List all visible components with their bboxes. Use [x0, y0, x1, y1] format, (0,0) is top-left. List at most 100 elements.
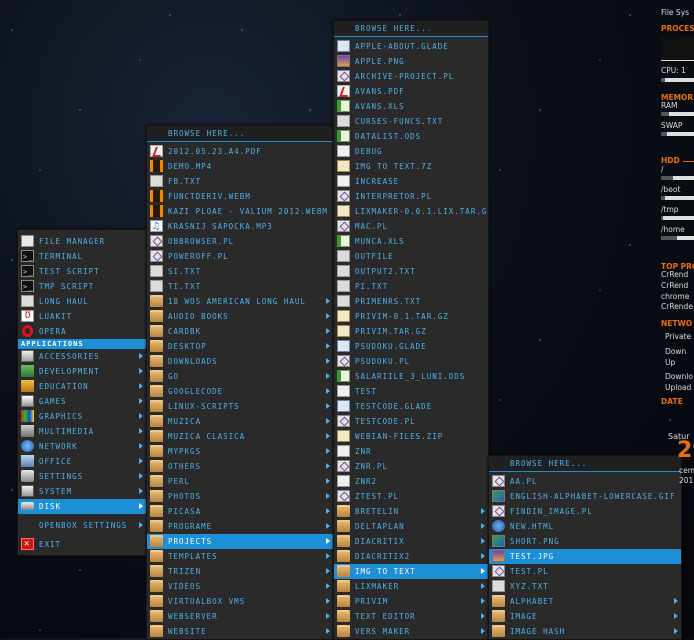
file-salariile-3-luni-ods[interactable]: salariile_3_luni.ods	[334, 369, 488, 384]
browse-here-item[interactable]: Browse here...	[147, 126, 333, 142]
category-education[interactable]: Education	[18, 379, 146, 394]
file-znr2[interactable]: znr2	[334, 474, 488, 489]
launcher-test-script[interactable]: Test Script	[18, 264, 146, 279]
folder-programe[interactable]: Programe	[147, 519, 333, 534]
file-psudoku-pl[interactable]: psudoku.pl	[334, 354, 488, 369]
file-outfile[interactable]: outfile	[334, 249, 488, 264]
file-apple-about-glade[interactable]: apple-about.glade	[334, 39, 488, 54]
file-lixmaker-0-0-1-lix-tar-gz[interactable]: lixmaker-0.0.1.lix.tar.gz	[334, 204, 488, 219]
file-debug[interactable]: debug	[334, 144, 488, 159]
folder-image-hash[interactable]: Image Hash	[489, 624, 681, 639]
file-avans-xls[interactable]: avans.xls	[334, 99, 488, 114]
file-archive-project-pl[interactable]: archive-project.pl	[334, 69, 488, 84]
file-apple-png[interactable]: apple.png	[334, 54, 488, 69]
category-development[interactable]: Development	[18, 364, 146, 379]
folder-privim[interactable]: privim	[334, 594, 488, 609]
action-exit[interactable]: Exit	[18, 537, 146, 552]
folder-website[interactable]: Website	[147, 624, 333, 639]
launcher-file-manager[interactable]: File manager	[18, 234, 146, 249]
file-fb-txt[interactable]: fb.txt	[147, 174, 333, 189]
folder-muzica[interactable]: Muzica	[147, 414, 333, 429]
folder-googlecode[interactable]: googlecode	[147, 384, 333, 399]
file-primenrs-txt[interactable]: primenrs.txt	[334, 294, 488, 309]
browse-here-item[interactable]: Browse here...	[334, 21, 488, 37]
folder-vers-maker[interactable]: Vers Maker	[334, 624, 488, 639]
file-krasnij-sapocka-mp3[interactable]: Krasnij Sapocka.mp3	[147, 219, 333, 234]
file-increase[interactable]: increase	[334, 174, 488, 189]
launcher-long-haul[interactable]: Long Haul	[18, 294, 146, 309]
folder-image[interactable]: Image	[489, 609, 681, 624]
openbox-settings-item[interactable]: Openbox Settings	[18, 518, 146, 533]
launcher-terminal[interactable]: Terminal	[18, 249, 146, 264]
folder-videos[interactable]: Videos	[147, 579, 333, 594]
folder-desktop[interactable]: Desktop	[147, 339, 333, 354]
folder-text-editor[interactable]: Text Editor	[334, 609, 488, 624]
category-disk[interactable]: Disk	[18, 499, 146, 514]
file-test-jpg[interactable]: test.jpg	[489, 549, 681, 564]
file-privim-tar-gz[interactable]: privim.tar.gz	[334, 324, 488, 339]
folder-img-to-text[interactable]: IMG to TEXT	[334, 564, 488, 579]
file-test[interactable]: test	[334, 384, 488, 399]
folder-virtualbox-vms[interactable]: VirtualBox VMs	[147, 594, 333, 609]
file-curses-funcs-txt[interactable]: curses-funcs.txt	[334, 114, 488, 129]
file-webian-files-zip[interactable]: webian-files.zip	[334, 429, 488, 444]
folder-audio-books[interactable]: Audio Books	[147, 309, 333, 324]
launcher-tmp-script[interactable]: TMP Script	[18, 279, 146, 294]
file-znr[interactable]: znr	[334, 444, 488, 459]
category-system[interactable]: System	[18, 484, 146, 499]
folder-linux-scripts[interactable]: linux-scripts	[147, 399, 333, 414]
folder-others[interactable]: Others	[147, 459, 333, 474]
category-accessories[interactable]: Accessories	[18, 349, 146, 364]
browse-here-item[interactable]: Browse here...	[489, 456, 681, 472]
file-xyz-txt[interactable]: xyz.txt	[489, 579, 681, 594]
folder-mypkgs[interactable]: mypkgs	[147, 444, 333, 459]
file-interpretor-pl[interactable]: interpretor.pl	[334, 189, 488, 204]
file-testcode-pl[interactable]: testcode.pl	[334, 414, 488, 429]
file-testcode-glade[interactable]: testcode.glade	[334, 399, 488, 414]
file-pi-txt[interactable]: pi.txt	[334, 279, 488, 294]
file-functderiv-webm[interactable]: functderiv.webm	[147, 189, 333, 204]
folder-photos[interactable]: Photos	[147, 489, 333, 504]
folder-muzica-clasica[interactable]: Muzica clasica	[147, 429, 333, 444]
file-privim-0-1-tar-gz[interactable]: privim-0.1.tar.gz	[334, 309, 488, 324]
file-kazi-ploae-valium-2012-webm[interactable]: Kazi Ploae - Valium 2012.webm	[147, 204, 333, 219]
category-office[interactable]: Office	[18, 454, 146, 469]
folder-downloads[interactable]: Downloads	[147, 354, 333, 369]
folder-lixmaker[interactable]: lixmaker	[334, 579, 488, 594]
folder-perl[interactable]: perl	[147, 474, 333, 489]
file-poweroff-pl[interactable]: poweroff.pl	[147, 249, 333, 264]
category-network[interactable]: Network	[18, 439, 146, 454]
file-datalist-ods[interactable]: datalist.ods	[334, 129, 488, 144]
launcher-opera[interactable]: Opera	[18, 324, 146, 339]
folder-cardbk[interactable]: cardbk	[147, 324, 333, 339]
file-2012-05-23-a4-pdf[interactable]: 2012.05.23.a4.pdf	[147, 144, 333, 159]
folder-diacritix[interactable]: diacritix	[334, 534, 488, 549]
file-znr-pl[interactable]: znr.pl	[334, 459, 488, 474]
file-mac-pl[interactable]: mac.pl	[334, 219, 488, 234]
file-output2-txt[interactable]: output2.txt	[334, 264, 488, 279]
file-munca-xls[interactable]: munca.xls	[334, 234, 488, 249]
folder-webserver[interactable]: webserver	[147, 609, 333, 624]
folder-deltaplan[interactable]: deltaplan	[334, 519, 488, 534]
file-aa-pl[interactable]: aa.pl	[489, 474, 681, 489]
file-short-png[interactable]: short.png	[489, 534, 681, 549]
category-multimedia[interactable]: Multimedia	[18, 424, 146, 439]
file-obbrowser-pl[interactable]: obbrowser.pl	[147, 234, 333, 249]
file-new-html[interactable]: new.html	[489, 519, 681, 534]
category-graphics[interactable]: Graphics	[18, 409, 146, 424]
file-findin-image-pl[interactable]: findin_image.pl	[489, 504, 681, 519]
folder-templates[interactable]: Templates	[147, 549, 333, 564]
category-games[interactable]: Games	[18, 394, 146, 409]
file-avans-pdf[interactable]: avans.pdf	[334, 84, 488, 99]
file-img-to-text-7z[interactable]: IMG to TEXT.7z	[334, 159, 488, 174]
file-ztest-pl[interactable]: ztest.pl	[334, 489, 488, 504]
file-demo-mp4[interactable]: demo.mp4	[147, 159, 333, 174]
file-test-pl[interactable]: test.pl	[489, 564, 681, 579]
folder-bretelin[interactable]: bretelin	[334, 504, 488, 519]
file-psudoku-glade[interactable]: psudoku.glade	[334, 339, 488, 354]
folder-diacritix2[interactable]: diacritix2	[334, 549, 488, 564]
category-settings[interactable]: Settings	[18, 469, 146, 484]
folder-projects[interactable]: Projects	[147, 534, 333, 549]
launcher-luakit[interactable]: LuaKit	[18, 309, 146, 324]
folder-18-wos-american-long-haul[interactable]: 18 Wos American Long Haul	[147, 294, 333, 309]
